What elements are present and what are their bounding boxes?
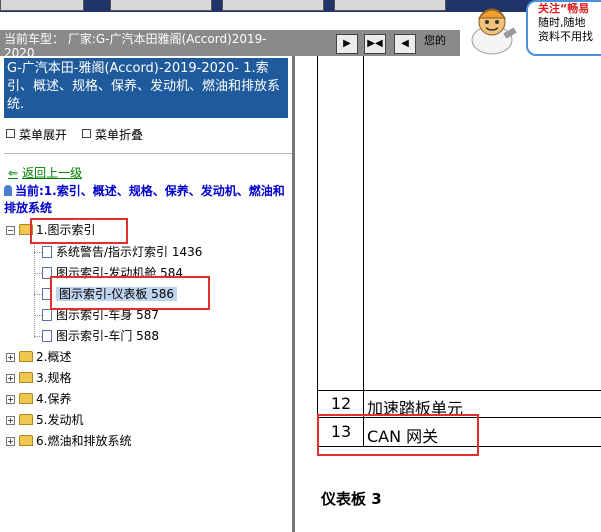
current-label: 当前:1.索引、概述、规格、保养、发动机、燃油和排放系统 (4, 184, 285, 215)
table-border (363, 56, 364, 390)
row-number: 12 (330, 394, 352, 413)
tree-connector (34, 273, 42, 274)
collapse-label: 菜单折叠 (95, 128, 144, 142)
tree-connector (34, 336, 42, 337)
tree-folder-3[interactable]: +3.规格 (6, 369, 71, 387)
folder-icon (19, 393, 33, 404)
folder-icon (19, 435, 33, 446)
promo-line: 关注“畅易 (538, 2, 590, 15)
current-location: 当前:1.索引、概述、规格、保养、发动机、燃油和排放系统 (4, 183, 290, 217)
back-arrow-icon: ⇐ (8, 166, 19, 180)
tree-folder-5[interactable]: +5.发动机 (6, 411, 83, 429)
folder-icon (19, 372, 33, 383)
tree-connector (34, 242, 35, 338)
folder-icon (19, 351, 33, 362)
highlight-box (50, 276, 210, 310)
toggle-frame-button[interactable]: ▶◀ (364, 34, 386, 54)
square-icon (6, 129, 15, 138)
promo-line: 资料不用找 (538, 30, 593, 43)
tree-label: 图示索引-车身 587 (56, 308, 160, 322)
tree-folder-4[interactable]: +4.保养 (6, 390, 71, 408)
expand-icon[interactable]: + (6, 437, 15, 446)
toolbar-button[interactable] (222, 0, 324, 11)
section-heading: 仪表板 3 (321, 490, 382, 508)
expand-icon[interactable]: + (6, 395, 15, 404)
promo-banner[interactable]: 关注“畅易 随时,随地 资料不用找 (526, 0, 601, 56)
tree-label: 5.发动机 (36, 413, 84, 427)
tree-label: 6.燃油和排放系统 (36, 434, 132, 448)
collapse-icon[interactable]: − (6, 226, 15, 235)
tree-connector (34, 294, 42, 295)
menu-pane: G-广汽本田-雅阁(Accord)-2019-2020- 1.索引、概述、规格、… (0, 56, 292, 532)
promo-line: 随时,随地 (538, 16, 586, 29)
document-icon (42, 246, 52, 258)
expand-menu-button[interactable]: 菜单展开 (6, 126, 67, 143)
tree-connector (34, 315, 42, 316)
document-icon (42, 330, 52, 342)
table-border (317, 390, 601, 391)
tree-item[interactable]: 图示索引-车门 588 (42, 327, 159, 345)
toolbar-button[interactable] (110, 0, 212, 11)
trailing-text: 您的 (424, 34, 446, 47)
chapter-title: G-广汽本田-雅阁(Accord)-2019-2020- 1.索引、概述、规格、… (4, 58, 288, 118)
next-button[interactable]: ▶ (336, 34, 358, 54)
tree-folder-6[interactable]: +6.燃油和排放系统 (6, 432, 131, 450)
highlight-box (30, 218, 128, 244)
expand-icon[interactable]: + (6, 374, 15, 383)
tree-label: 3.规格 (36, 371, 72, 385)
expand-icon[interactable]: + (6, 353, 15, 362)
tree-label: 4.保养 (36, 392, 72, 406)
tree-connector (34, 252, 42, 253)
tree-label: 图示索引-车门 588 (56, 329, 160, 343)
tree-folder-2[interactable]: +2.概述 (6, 348, 71, 366)
table-border (317, 56, 318, 390)
back-link[interactable]: ⇐ 返回上一级 (8, 164, 82, 181)
tree-label: 2.概述 (36, 350, 72, 364)
toolbar-button[interactable] (0, 0, 84, 11)
content-pane: 12 加速踏板单元 13 CAN 网关 仪表板 3 (295, 56, 601, 532)
location-pin-icon (4, 185, 12, 196)
prev-button[interactable]: ◀ (394, 34, 416, 54)
divider (4, 153, 292, 154)
expand-icon[interactable]: + (6, 416, 15, 425)
vehicle-bar: 当前车型： 厂家:G-广汽本田雅阁(Accord)2019-2020 (0, 30, 460, 60)
mascot-icon (471, 8, 517, 55)
tree-item[interactable]: 系统警告/指示灯索引 1436 (42, 243, 202, 261)
document-icon (42, 309, 52, 321)
square-icon (82, 129, 91, 138)
toolbar-button[interactable] (334, 0, 446, 11)
expand-label: 菜单展开 (19, 128, 68, 142)
highlight-box (317, 414, 479, 456)
vehicle-label: 当前车型： (4, 32, 65, 46)
folder-icon (19, 414, 33, 425)
collapse-menu-button[interactable]: 菜单折叠 (82, 126, 143, 143)
tree-label: 系统警告/指示灯索引 1436 (56, 245, 203, 259)
back-label: 返回上一级 (22, 166, 83, 180)
